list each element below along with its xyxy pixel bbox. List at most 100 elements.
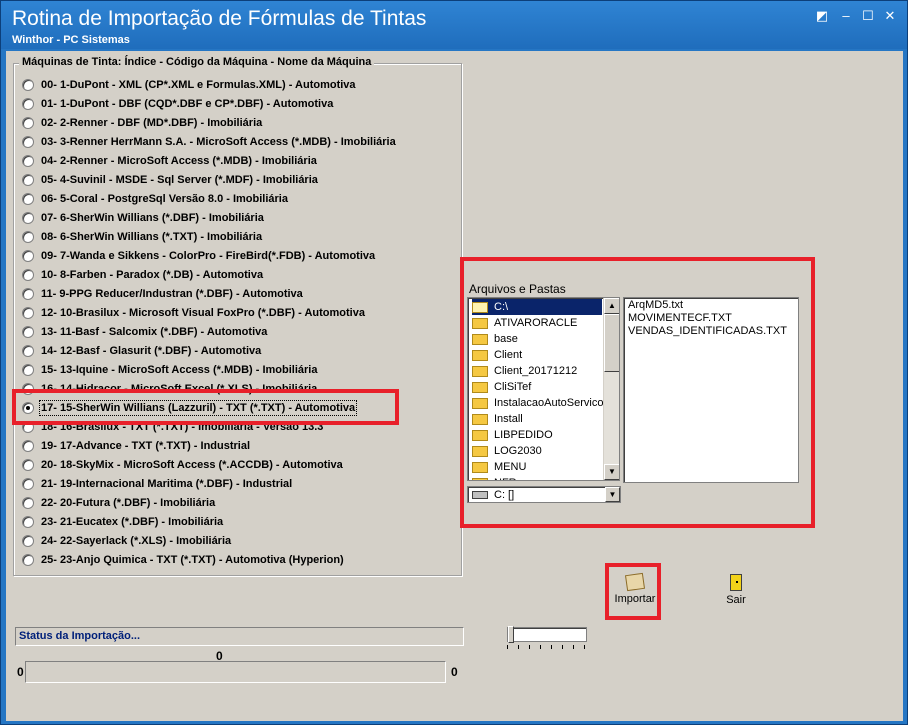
- radio-icon[interactable]: [22, 116, 34, 129]
- machine-option[interactable]: 10- 8-Farben - Paradox (*.DB) - Automoti…: [22, 265, 263, 284]
- machine-option-label: 02- 2-Renner - DBF (MD*.DBF) - Imobiliár…: [41, 116, 263, 129]
- machine-option[interactable]: 23- 21-Eucatex (*.DBF) - Imobiliária: [22, 512, 223, 531]
- machine-option[interactable]: 08- 6-SherWin Willians (*.TXT) - Imobili…: [22, 227, 262, 246]
- scroll-down-icon[interactable]: ▼: [604, 464, 619, 480]
- folder-scrollbar[interactable]: ▲ ▼: [603, 298, 619, 480]
- folder-name: ATIVARORACLE: [494, 317, 578, 329]
- machine-option[interactable]: 22- 20-Futura (*.DBF) - Imobiliária: [22, 493, 215, 512]
- radio-icon[interactable]: [22, 135, 34, 148]
- machine-option[interactable]: 24- 22-Sayerlack (*.XLS) - Imobiliária: [22, 531, 231, 550]
- machine-option[interactable]: 07- 6-SherWin Willians (*.DBF) - Imobili…: [22, 208, 264, 227]
- radio-icon[interactable]: [22, 97, 34, 110]
- file-item[interactable]: ArqMD5.txt: [628, 299, 683, 311]
- folder-item[interactable]: NFR: [472, 475, 610, 480]
- machine-option[interactable]: 20- 18-SkyMix - MicroSoft Access (*.ACCD…: [22, 455, 343, 474]
- machine-option-label: 11- 9-PPG Reducer/Industran (*.DBF) - Au…: [41, 287, 303, 300]
- radio-icon[interactable]: [22, 477, 34, 490]
- folder-item[interactable]: InstalacaoAutoServico: [472, 395, 610, 411]
- client-area: Máquinas de Tinta: Índice - Código da Má…: [6, 51, 903, 721]
- help-icon[interactable]: ◩: [815, 9, 829, 23]
- folder-item[interactable]: Client: [472, 347, 610, 363]
- file-list[interactable]: ArqMD5.txt MOVIMENTECF.TXT VENDAS_IDENTIFI…: [623, 297, 799, 483]
- folder-item[interactable]: LIBPEDIDO: [472, 427, 610, 443]
- machine-option[interactable]: 04- 2-Renner - MicroSoft Access (*.MDB) …: [22, 151, 317, 170]
- speed-slider[interactable]: [507, 626, 587, 643]
- slider-tick: [573, 645, 574, 649]
- title-bar[interactable]: Rotina de Importação de Fórmulas de Tint…: [1, 1, 907, 49]
- radio-icon[interactable]: [22, 249, 34, 262]
- progress-min: 0: [17, 665, 24, 679]
- machine-option[interactable]: 13- 11-Basf - Salcomix (*.DBF) - Automot…: [22, 322, 267, 341]
- radio-icon[interactable]: [22, 268, 34, 281]
- minimize-icon[interactable]: –: [839, 9, 853, 23]
- folder-item[interactable]: MENU: [472, 459, 610, 475]
- machine-option[interactable]: 14- 12-Basf - Glasurit (*.DBF) - Automot…: [22, 341, 261, 360]
- machine-option-label: 21- 19-Internacional Maritima (*.DBF) - …: [41, 477, 293, 490]
- radio-icon[interactable]: [22, 515, 34, 528]
- window-title: Rotina de Importação de Fórmulas de Tint…: [12, 7, 427, 30]
- folder-name: CliSiTef: [494, 381, 532, 393]
- machine-option[interactable]: 01- 1-DuPont - DBF (CQD*.DBF e CP*.DBF) …: [22, 94, 333, 113]
- maximize-icon[interactable]: ☐: [861, 9, 875, 23]
- radio-icon[interactable]: [22, 439, 34, 452]
- folder-icon: [472, 397, 488, 409]
- files-label: Arquivos e Pastas: [469, 282, 566, 296]
- folder-item[interactable]: ATIVARORACLE: [472, 315, 610, 331]
- drive-select[interactable]: C: [] ▼: [467, 486, 621, 503]
- progress-max: 0: [451, 665, 458, 679]
- machine-option[interactable]: 12- 10-Brasilux - Microsoft Visual FoxPr…: [22, 303, 365, 322]
- scroll-thumb[interactable]: [604, 314, 619, 372]
- machine-option[interactable]: 09- 7-Wanda e Sikkens - ColorPro - FireB…: [22, 246, 375, 265]
- folder-list[interactable]: C:\ ATIVARORACLE base Client Client_20171212…: [467, 297, 620, 481]
- radio-icon[interactable]: [22, 78, 34, 91]
- radio-icon[interactable]: [22, 325, 34, 338]
- folder-icon: [472, 365, 488, 377]
- machine-option[interactable]: 02- 2-Renner - DBF (MD*.DBF) - Imobiliár…: [22, 113, 262, 132]
- file-item[interactable]: VENDAS_IDENTIFICADAS.TXT: [628, 325, 787, 337]
- machine-option-label: 25- 23-Anjo Quimica - TXT (*.TXT) - Auto…: [41, 553, 344, 566]
- slider-tick: [584, 645, 585, 649]
- scroll-up-icon[interactable]: ▲: [604, 298, 619, 314]
- machine-option[interactable]: 03- 3-Renner HerrMann S.A. - MicroSoft A…: [22, 132, 396, 151]
- folder-item[interactable]: Client_20171212: [472, 363, 610, 379]
- radio-icon[interactable]: [22, 344, 34, 357]
- radio-icon[interactable]: [22, 173, 34, 186]
- machine-option[interactable]: 25- 23-Anjo Quimica - TXT (*.TXT) - Auto…: [22, 550, 344, 569]
- folder-name: LIBPEDIDO: [494, 429, 553, 441]
- machine-option[interactable]: 15- 13-Iquine - MicroSoft Access (*.MDB)…: [22, 360, 317, 379]
- machine-option[interactable]: 21- 19-Internacional Maritima (*.DBF) - …: [22, 474, 292, 493]
- radio-icon[interactable]: [22, 192, 34, 205]
- radio-icon[interactable]: [22, 534, 34, 547]
- import-label: Importar: [614, 593, 656, 605]
- folder-icon: [472, 413, 488, 425]
- file-item[interactable]: MOVIMENTECF.TXT: [628, 312, 732, 324]
- radio-icon[interactable]: [22, 211, 34, 224]
- radio-icon[interactable]: [22, 306, 34, 319]
- radio-icon[interactable]: [22, 287, 34, 300]
- folder-item[interactable]: base: [472, 331, 610, 347]
- slider-tick: [540, 645, 541, 649]
- radio-icon[interactable]: [22, 553, 34, 566]
- folder-item[interactable]: C:\: [472, 299, 602, 315]
- machine-option[interactable]: 19- 17-Advance - TXT (*.TXT) - Industria…: [22, 436, 250, 455]
- radio-icon[interactable]: [22, 496, 34, 509]
- folder-item[interactable]: CliSiTef: [472, 379, 610, 395]
- slider-tick: [551, 645, 552, 649]
- slider-tick: [562, 645, 563, 649]
- folder-item[interactable]: Install: [472, 411, 610, 427]
- folder-item[interactable]: LOG2030: [472, 443, 610, 459]
- radio-icon[interactable]: [22, 230, 34, 243]
- machine-option[interactable]: 00- 1-DuPont - XML (CP*.XML e Formulas.X…: [22, 75, 356, 94]
- machine-option[interactable]: 05- 4-Suvinil - MSDE - Sql Server (*.MDF…: [22, 170, 318, 189]
- machine-option[interactable]: 11- 9-PPG Reducer/Industran (*.DBF) - Au…: [22, 284, 303, 303]
- radio-icon[interactable]: [22, 154, 34, 167]
- radio-icon[interactable]: [22, 363, 34, 376]
- import-button[interactable]: Importar: [610, 572, 660, 612]
- exit-button[interactable]: Sair: [711, 572, 761, 612]
- machine-option[interactable]: 06- 5-Coral - PostgreSql Versão 8.0 - Im…: [22, 189, 288, 208]
- slider-tick: [529, 645, 530, 649]
- close-icon[interactable]: ✕: [883, 9, 897, 23]
- radio-icon[interactable]: [22, 458, 34, 471]
- chevron-down-icon[interactable]: ▼: [605, 487, 620, 502]
- slider-thumb[interactable]: [508, 626, 514, 643]
